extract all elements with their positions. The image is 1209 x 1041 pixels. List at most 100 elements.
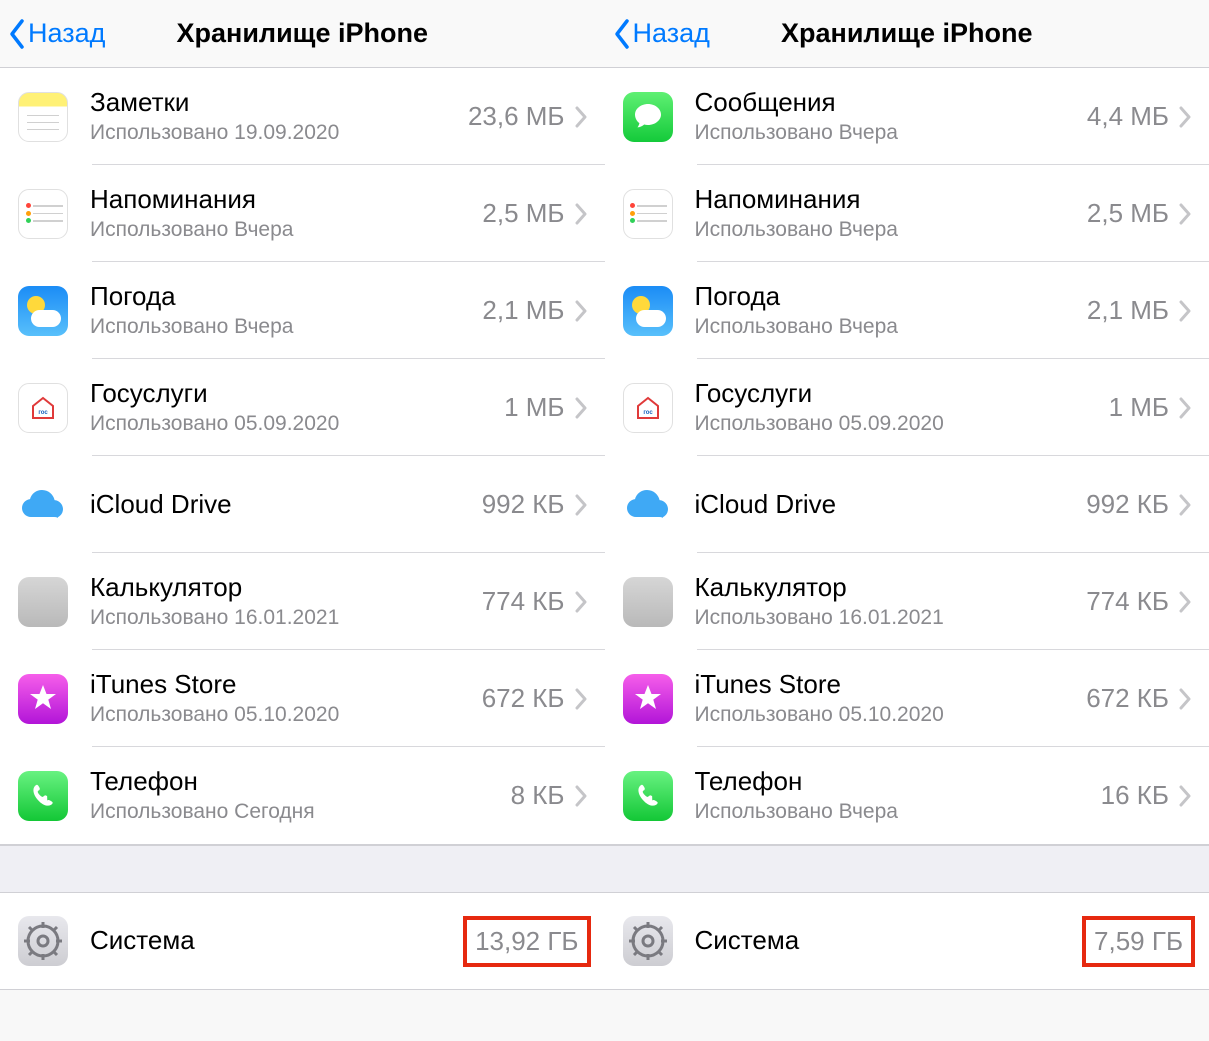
app-row[interactable]: гос ГосуслугиИспользовано 05.09.20201 МБ [0, 359, 605, 456]
app-meta: ЗаметкиИспользовано 19.09.2020 [90, 88, 468, 145]
app-last-used: Использовано Вчера [695, 218, 1087, 242]
phone-icon [623, 771, 673, 821]
app-meta: ГосуслугиИспользовано 05.09.2020 [90, 379, 504, 436]
chevron-right-icon [575, 688, 587, 710]
system-label: Система [695, 926, 1083, 956]
app-list: ЗаметкиИспользовано 19.09.202023,6 МБНап… [0, 68, 605, 845]
app-size: 774 КБ [482, 586, 565, 617]
app-last-used: Использовано 16.01.2021 [90, 606, 482, 630]
app-row[interactable]: iTunes Store Использовано 05.10.2020672 К… [605, 650, 1209, 747]
app-meta: Калькулятор Использовано 16.01.2021 [90, 573, 482, 630]
app-size: 1 МБ [504, 392, 564, 423]
app-row[interactable]: ТелефонИспользовано Вчера16 КБ [605, 747, 1209, 844]
chevron-right-icon [575, 106, 587, 128]
gosuslugi-icon: гос [623, 383, 673, 433]
app-row[interactable]: iCloud Drive992 КБ [605, 456, 1209, 553]
svg-text:гос: гос [38, 410, 48, 416]
app-name: Госуслуги [695, 379, 1109, 409]
app-size: 672 КБ [1086, 683, 1169, 714]
app-row[interactable]: Напоминания Использовано Вчера2,5 МБ [0, 165, 605, 262]
app-row[interactable]: ПогодаИспользовано Вчера2,1 МБ [605, 262, 1209, 359]
app-meta: ТелефонИспользовано Сегодня [90, 767, 511, 824]
weather-icon [623, 286, 673, 336]
app-name: Сообщения [695, 88, 1087, 118]
chevron-right-icon [1179, 203, 1191, 225]
back-button[interactable]: Назад [0, 17, 105, 51]
app-last-used: Использовано Вчера [90, 315, 482, 339]
app-row[interactable]: iTunes StoreИспользовано 05.10.2020672 К… [0, 650, 605, 747]
app-name: iTunes Store [90, 670, 482, 700]
reminders-icon [623, 189, 673, 239]
highlight-box: 7,59 ГБ [1082, 916, 1195, 967]
app-name: Напоминания [695, 185, 1087, 215]
chevron-right-icon [1179, 688, 1191, 710]
app-name: iTunes Store [695, 670, 1087, 700]
app-last-used: Использовано 05.09.2020 [695, 412, 1109, 436]
app-size: 23,6 МБ [468, 101, 565, 132]
app-size: 2,1 МБ [1087, 295, 1169, 326]
app-last-used: Использовано Вчера [695, 315, 1087, 339]
system-meta: Система [90, 926, 463, 956]
system-size: 7,59 ГБ [1094, 926, 1183, 957]
app-row[interactable]: ТелефонИспользовано Сегодня8 КБ [0, 747, 605, 844]
chevron-right-icon [575, 397, 587, 419]
chevron-right-icon [575, 591, 587, 613]
section-gap [605, 845, 1209, 893]
settings-gear-icon [18, 916, 68, 966]
app-meta: ПогодаИспользовано Вчера [695, 282, 1087, 339]
app-last-used: Использовано 05.10.2020 [90, 703, 482, 727]
section-gap [0, 845, 605, 893]
storage-panel-right: Назад Хранилище iPhone Сообщения Использо… [605, 0, 1209, 1041]
app-size: 2,1 МБ [482, 295, 564, 326]
app-name: iCloud Drive [695, 490, 1087, 520]
app-meta: Сообщения Использовано Вчера [695, 88, 1087, 145]
messages-icon [623, 92, 673, 142]
app-meta: Погода Использовано Вчера [90, 282, 482, 339]
app-row[interactable]: СообщенияИспользовано Вчера4,4 МБ [605, 68, 1209, 165]
app-last-used: Использовано Вчера [695, 121, 1087, 145]
calculator-icon [18, 577, 68, 627]
chevron-right-icon [1179, 106, 1191, 128]
back-label: Назад [28, 18, 105, 49]
calculator-icon [623, 577, 673, 627]
app-meta: Напоминания Использовано Вчера [695, 185, 1087, 242]
app-last-used: Использовано 19.09.2020 [90, 121, 468, 145]
system-size: 13,92 ГБ [475, 926, 578, 957]
chevron-right-icon [1179, 591, 1191, 613]
system-meta: Система [695, 926, 1083, 956]
nav-header: Назад Хранилище iPhone [605, 0, 1209, 68]
app-row[interactable]: ЗаметкиИспользовано 19.09.202023,6 МБ [0, 68, 605, 165]
chevron-right-icon [575, 785, 587, 807]
app-size: 8 КБ [511, 780, 565, 811]
back-button[interactable]: Назад [605, 17, 710, 51]
app-row[interactable]: Погода Использовано Вчера2,1 МБ [0, 262, 605, 359]
app-meta: Напоминания Использовано Вчера [90, 185, 482, 242]
app-meta: ТелефонИспользовано Вчера [695, 767, 1101, 824]
app-meta: КалькуляторИспользовано 16.01.2021 [695, 573, 1087, 630]
app-last-used: Использовано Вчера [90, 218, 482, 242]
app-size: 2,5 МБ [1087, 198, 1169, 229]
settings-gear-icon [623, 916, 673, 966]
app-last-used: Использовано 05.09.2020 [90, 412, 504, 436]
nav-header: Назад Хранилище iPhone [0, 0, 605, 68]
app-row[interactable]: iCloud Drive992 КБ [0, 456, 605, 553]
app-name: Погода [90, 282, 482, 312]
app-last-used: Использовано 05.10.2020 [695, 703, 1087, 727]
app-size: 774 КБ [1086, 586, 1169, 617]
app-size: 2,5 МБ [482, 198, 564, 229]
app-last-used: Использовано Сегодня [90, 800, 511, 824]
app-row[interactable]: госГосуслугиИспользовано 05.09.20201 МБ [605, 359, 1209, 456]
icloud-drive-icon [623, 480, 673, 530]
app-row[interactable]: Калькулятор Использовано 16.01.2021774 КБ [0, 553, 605, 650]
app-name: Напоминания [90, 185, 482, 215]
app-row[interactable]: КалькуляторИспользовано 16.01.2021774 КБ [605, 553, 1209, 650]
app-name: Калькулятор [90, 573, 482, 603]
app-last-used: Использовано 16.01.2021 [695, 606, 1087, 630]
app-row[interactable]: Напоминания Использовано Вчера2,5 МБ [605, 165, 1209, 262]
app-meta: iCloud Drive [90, 490, 482, 520]
app-name: iCloud Drive [90, 490, 482, 520]
gosuslugi-icon: гос [18, 383, 68, 433]
svg-text:гос: гос [643, 410, 653, 416]
reminders-icon [18, 189, 68, 239]
app-name: Телефон [695, 767, 1101, 797]
